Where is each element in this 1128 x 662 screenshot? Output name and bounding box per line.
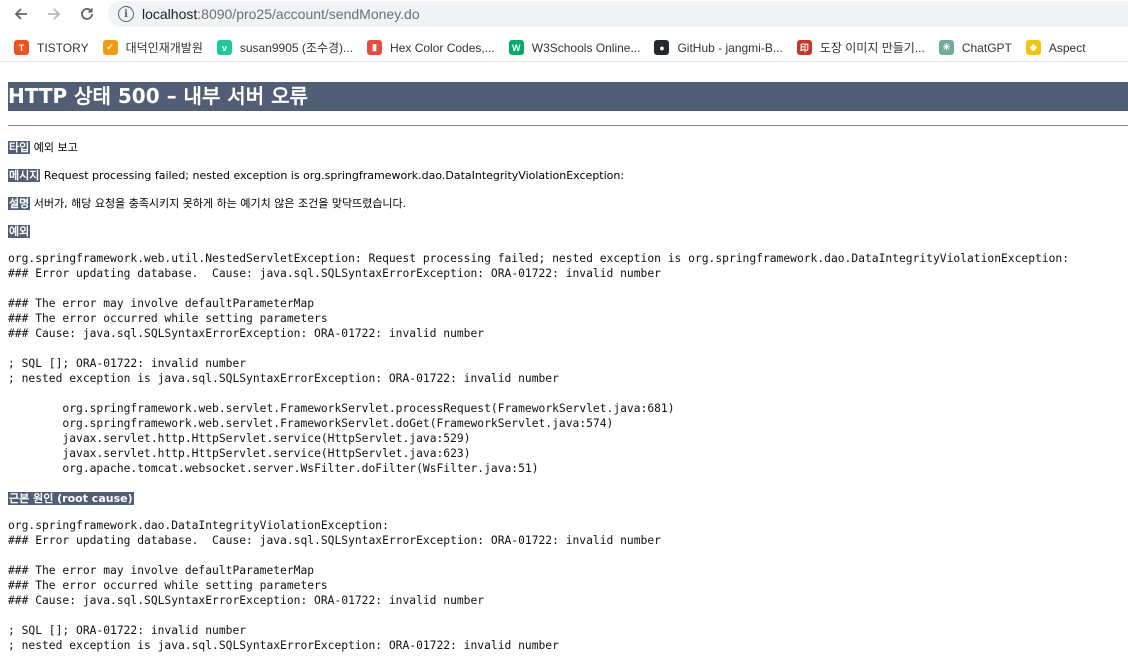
bookmark-label: ChatGPT: [961, 40, 1012, 55]
bookmark-label: Aspect: [1048, 40, 1086, 55]
bookmark-item[interactable]: 印 도장 이미지 만들기...: [796, 39, 925, 56]
description-label: 설명: [8, 197, 31, 210]
chatgpt-icon: ✳: [938, 40, 954, 55]
url-text: localhost:8090/pro25/account/sendMoney.d…: [142, 6, 420, 22]
bookmark-label: 대덕인재개발원: [125, 41, 203, 55]
site-info-icon[interactable]: i: [118, 6, 134, 22]
github-icon: ●: [654, 40, 670, 55]
arrow-right-icon: [48, 8, 61, 20]
exception-row: 예외: [8, 223, 31, 239]
error-page: HTTP 상태 500 – 내부 서버 오류 타입 예외 보고 메시지 Requ…: [8, 62, 1128, 652]
back-button[interactable]: [10, 4, 32, 24]
bookmark-item[interactable]: ◆ Aspect: [1025, 40, 1086, 55]
address-bar[interactable]: i localhost:8090/pro25/account/sendMoney…: [108, 1, 1128, 27]
bookmark-label: TISTORY: [37, 40, 89, 55]
forward-button[interactable]: [43, 4, 65, 24]
bookmarks-bar: T TISTORY ✓ 대덕인재개발원 v susan9905 (조수경)... ▮ Hex …: [0, 34, 1128, 62]
exception-label: 예외: [8, 225, 31, 238]
root-cause-row: 근본 원인 (root cause): [8, 490, 134, 506]
ddit-icon: ✓: [102, 40, 118, 55]
message-label: 메시지: [8, 169, 41, 182]
bookmark-item[interactable]: ✳ ChatGPT: [938, 40, 1012, 55]
description-row: 설명 서버가, 해당 요청을 충족시키지 못하게 하는 예기치 않은 조건을 맞…: [8, 195, 406, 211]
arrow-left-icon: [14, 8, 27, 20]
page-title: HTTP 상태 500 – 내부 서버 오류: [8, 82, 1128, 111]
divider: [8, 125, 1128, 126]
velog-icon: v: [216, 40, 232, 55]
type-value: 예외 보고: [33, 141, 78, 154]
bookmark-label: W3Schools Online...: [531, 40, 641, 55]
aspect-icon: ◆: [1025, 40, 1041, 55]
root-cause-trace: org.springframework.dao.DataIntegrityVio…: [8, 519, 661, 652]
browser-toolbar: i localhost:8090/pro25/account/sendMoney…: [0, 0, 1128, 30]
message-value: Request processing failed; nested except…: [43, 169, 625, 182]
hexcolor-icon: ▮: [367, 40, 383, 55]
bookmark-label: Hex Color Codes,...: [390, 40, 495, 55]
type-label: 타입: [8, 141, 31, 154]
bookmark-item[interactable]: v susan9905 (조수경)...: [216, 39, 354, 56]
bookmark-label: 도장 이미지 만들기...: [819, 41, 925, 55]
bookmark-label: susan9905 (조수경)...: [239, 41, 354, 55]
exception-trace: org.springframework.web.util.NestedServl…: [8, 252, 1070, 475]
description-value: 서버가, 해당 요청을 충족시키지 못하게 하는 예기치 않은 조건을 맞닥뜨렸…: [33, 197, 407, 210]
tistory-icon: T: [14, 40, 29, 55]
bookmark-item[interactable]: ▮ Hex Color Codes,...: [367, 40, 495, 55]
bookmark-item[interactable]: W W3Schools Online...: [508, 40, 641, 55]
type-row: 타입 예외 보고: [8, 139, 78, 155]
bookmark-label: GitHub - jangmi-B...: [677, 40, 783, 55]
root-cause-label: 근본 원인 (root cause): [8, 492, 134, 505]
reload-icon: [81, 8, 93, 20]
message-row: 메시지 Request processing failed; nested ex…: [8, 167, 624, 183]
w3schools-icon: W: [508, 40, 524, 55]
bookmark-item[interactable]: T TISTORY: [14, 40, 89, 55]
stamp-icon: 印: [796, 40, 812, 55]
reload-button[interactable]: [76, 4, 98, 24]
bookmark-item[interactable]: ✓ 대덕인재개발원: [102, 39, 203, 56]
bookmark-item[interactable]: ● GitHub - jangmi-B...: [654, 40, 783, 55]
